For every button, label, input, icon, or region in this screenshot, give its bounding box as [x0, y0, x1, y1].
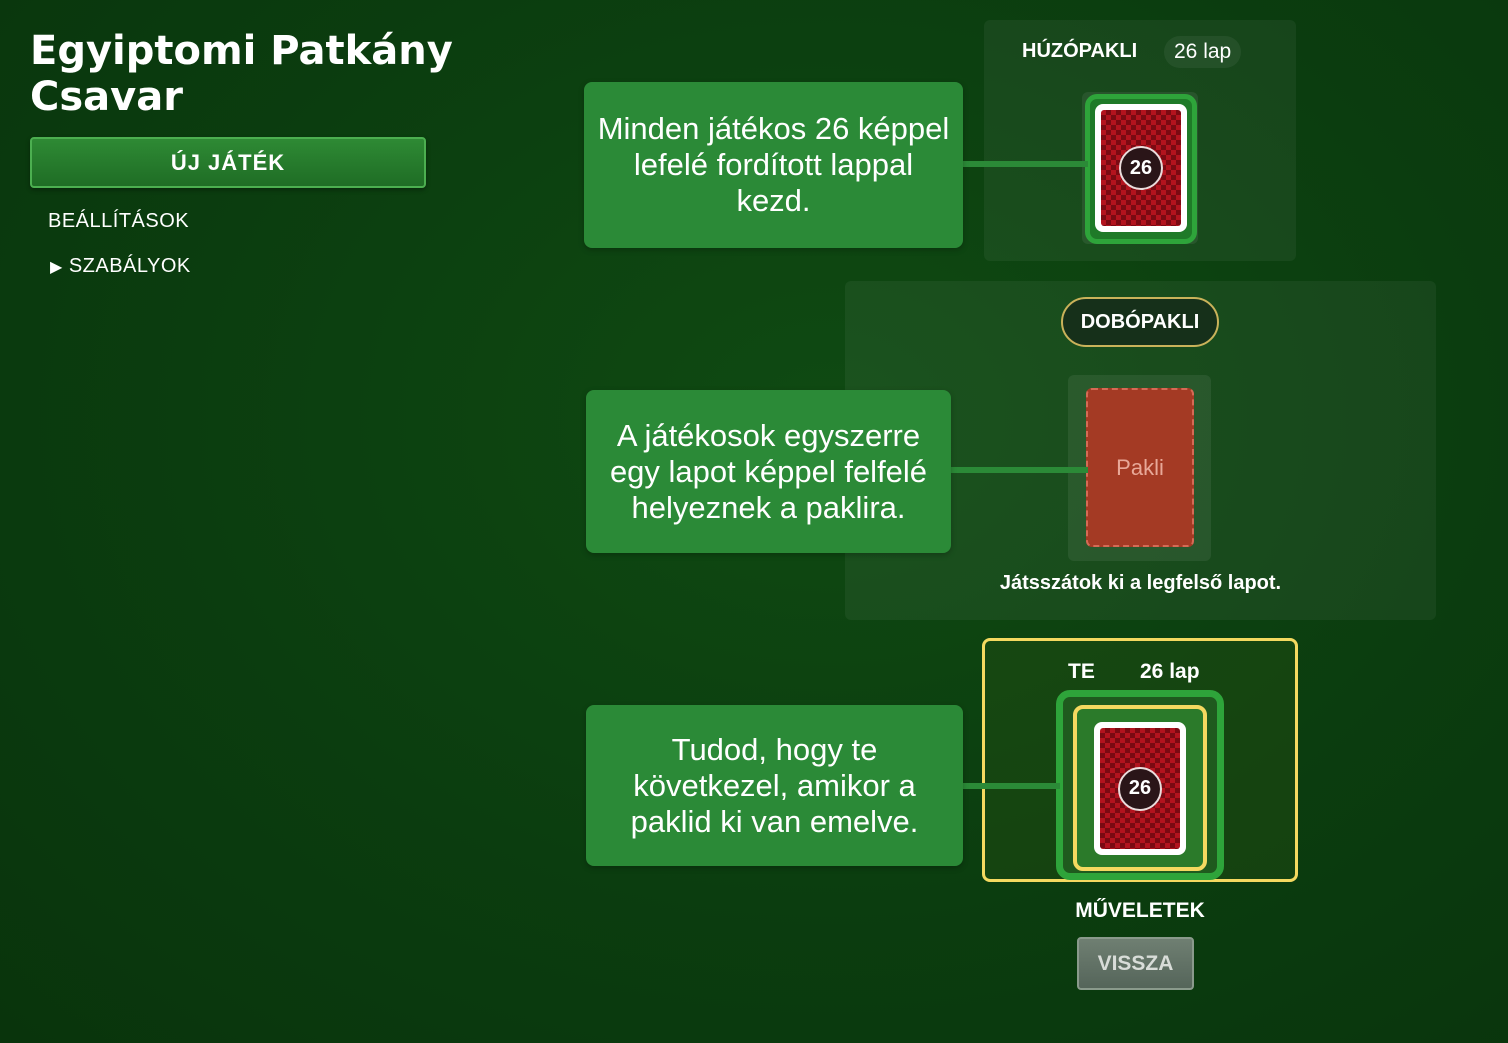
draw-pile-count: 26 lap — [1164, 36, 1242, 68]
draw-pile-card[interactable]: 26 — [1095, 104, 1187, 232]
actions-label: MŰVELETEK — [1075, 899, 1205, 922]
rules-link[interactable]: ▶ SZABÁLYOK — [50, 255, 191, 278]
card-back-pattern: 26 — [1101, 110, 1181, 226]
callout-connector — [960, 161, 1088, 167]
callout-turn: Tudod, hogy te következel, amikor a pakl… — [586, 705, 963, 866]
triangle-right-icon: ▶ — [50, 258, 63, 276]
callout-connector — [948, 467, 1088, 473]
draw-pile-label: HÚZÓPAKLI — [1022, 40, 1138, 62]
player-label: TE — [1068, 660, 1095, 683]
game-title: Egyiptomi Patkány Csavar — [30, 28, 453, 120]
callout-connector — [960, 783, 1060, 789]
callout-play: A játékosok egyszerre egy lapot képpel f… — [586, 390, 951, 553]
new-game-button[interactable]: ÚJ JÁTÉK — [30, 137, 426, 188]
rules-label: SZABÁLYOK — [68, 255, 191, 277]
card-count-badge: 26 — [1119, 146, 1163, 190]
discard-pile-placeholder[interactable]: Pakli — [1086, 388, 1194, 547]
settings-link[interactable]: BEÁLLÍTÁSOK — [48, 210, 189, 233]
player-count: 26 lap — [1140, 660, 1200, 683]
card-back-pattern: 26 — [1100, 728, 1180, 849]
discard-instruction: Játsszátok ki a legfelső lapot. — [999, 572, 1282, 594]
discard-pile-label: DOBÓPAKLI — [1061, 297, 1219, 347]
card-count-badge: 26 — [1118, 766, 1162, 811]
callout-deal: Minden játékos 26 képpel lefelé fordítot… — [584, 82, 963, 248]
back-button[interactable]: VISSZA — [1077, 937, 1194, 990]
player-pile-card[interactable]: 26 — [1094, 722, 1186, 855]
